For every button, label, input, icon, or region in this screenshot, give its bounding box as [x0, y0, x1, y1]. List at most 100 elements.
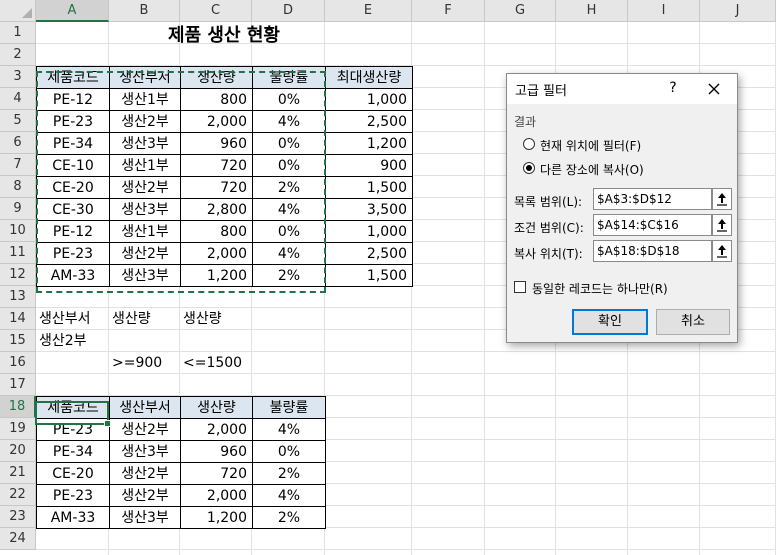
source-data-cell[interactable]: CE-30: [36, 198, 110, 221]
result-header-cell[interactable]: 불량률: [252, 396, 326, 419]
source-data-cell[interactable]: 1,200: [180, 264, 253, 287]
source-data-cell[interactable]: 720: [180, 176, 253, 199]
source-data-cell[interactable]: 1,000: [325, 88, 413, 111]
column-header-j[interactable]: J: [700, 0, 776, 22]
row-header-3[interactable]: 3: [0, 66, 36, 88]
select-all-corner[interactable]: [0, 0, 36, 22]
row-header-13[interactable]: 13: [0, 286, 36, 308]
source-data-cell[interactable]: PE-23: [36, 242, 110, 265]
list-range-input[interactable]: $A$3:$D$12: [593, 188, 712, 210]
copy-to-picker[interactable]: [712, 240, 732, 262]
row-header-11[interactable]: 11: [0, 242, 36, 264]
source-data-cell[interactable]: 1,000: [325, 220, 413, 243]
source-data-cell[interactable]: 2,000: [180, 110, 253, 133]
row-header-6[interactable]: 6: [0, 132, 36, 154]
source-data-cell[interactable]: PE-23: [36, 110, 110, 133]
copy-to-input[interactable]: $A$18:$D$18: [593, 240, 712, 262]
criteria-header-cell[interactable]: 생산부서: [36, 308, 109, 330]
source-data-cell[interactable]: 2,000: [180, 242, 253, 265]
result-data-cell[interactable]: 생산3부: [109, 440, 181, 463]
source-data-cell[interactable]: 1,500: [325, 176, 413, 199]
source-data-cell[interactable]: 800: [180, 220, 253, 243]
result-header-cell[interactable]: 생산량: [180, 396, 253, 419]
source-data-cell[interactable]: 0%: [252, 132, 326, 155]
source-data-cell[interactable]: 2%: [252, 264, 326, 287]
result-header-cell[interactable]: 생산부서: [109, 396, 181, 419]
source-data-cell[interactable]: PE-12: [36, 88, 110, 111]
row-header-7[interactable]: 7: [0, 154, 36, 176]
help-button[interactable]: ?: [663, 78, 683, 98]
source-data-cell[interactable]: 0%: [252, 154, 326, 177]
radio-copy-to-location-label[interactable]: 다른 장소에 복사(O): [540, 161, 644, 178]
ok-button[interactable]: 확인: [572, 309, 648, 335]
result-data-cell[interactable]: 4%: [252, 484, 326, 507]
radio-copy-to-location[interactable]: [523, 162, 535, 174]
dialog-titlebar[interactable]: 고급 필터 ?: [507, 74, 737, 104]
source-data-cell[interactable]: 생산1부: [109, 88, 181, 111]
source-data-cell[interactable]: CE-10: [36, 154, 110, 177]
result-data-cell[interactable]: 생산2부: [109, 484, 181, 507]
source-data-cell[interactable]: 생산1부: [109, 220, 181, 243]
criteria-value-cell[interactable]: <=1500: [180, 352, 252, 374]
source-data-cell[interactable]: 2,500: [325, 110, 413, 133]
column-header-b[interactable]: B: [109, 0, 180, 22]
source-data-cell[interactable]: 2,500: [325, 242, 413, 265]
criteria-value-cell[interactable]: 생산2부: [36, 330, 109, 352]
source-data-cell[interactable]: 4%: [252, 242, 326, 265]
cancel-button[interactable]: 취소: [656, 309, 730, 335]
row-header-1[interactable]: 1: [0, 22, 36, 44]
row-header-8[interactable]: 8: [0, 176, 36, 198]
row-header-9[interactable]: 9: [0, 198, 36, 220]
result-data-cell[interactable]: 2,000: [180, 418, 253, 441]
criteria-range-input[interactable]: $A$14:$C$16: [593, 214, 712, 236]
source-data-cell[interactable]: 0%: [252, 88, 326, 111]
result-data-cell[interactable]: PE-34: [36, 440, 110, 463]
source-data-cell[interactable]: 생산3부: [109, 132, 181, 155]
criteria-value-cell[interactable]: [180, 330, 252, 352]
source-data-cell[interactable]: 생산2부: [109, 242, 181, 265]
column-header-i[interactable]: I: [628, 0, 700, 22]
source-data-cell[interactable]: 4%: [252, 198, 326, 221]
criteria-value-cell[interactable]: >=900: [109, 352, 180, 374]
unique-records-checkbox[interactable]: [514, 281, 526, 293]
criteria-range-picker[interactable]: [712, 214, 732, 236]
criteria-value-cell[interactable]: [36, 352, 109, 374]
list-range-picker[interactable]: [712, 188, 732, 210]
source-data-cell[interactable]: 960: [180, 132, 253, 155]
row-header-16[interactable]: 16: [0, 352, 36, 374]
column-header-a[interactable]: A: [36, 0, 109, 22]
result-data-cell[interactable]: PE-23: [36, 484, 110, 507]
source-data-cell[interactable]: PE-34: [36, 132, 110, 155]
row-header-15[interactable]: 15: [0, 330, 36, 352]
source-data-cell[interactable]: 1,200: [325, 132, 413, 155]
source-header-cell[interactable]: 불량률: [252, 66, 326, 89]
source-data-cell[interactable]: 720: [180, 154, 253, 177]
result-data-cell[interactable]: 0%: [252, 440, 326, 463]
source-data-cell[interactable]: 1,500: [325, 264, 413, 287]
result-data-cell[interactable]: 720: [180, 462, 253, 485]
result-data-cell[interactable]: 2%: [252, 506, 326, 529]
column-header-g[interactable]: G: [485, 0, 556, 22]
radio-filter-in-place[interactable]: [523, 138, 535, 150]
source-data-cell[interactable]: 생산3부: [109, 264, 181, 287]
row-header-22[interactable]: 22: [0, 484, 36, 506]
source-data-cell[interactable]: 4%: [252, 110, 326, 133]
row-header-23[interactable]: 23: [0, 506, 36, 528]
row-header-2[interactable]: 2: [0, 44, 36, 66]
source-data-cell[interactable]: 900: [325, 154, 413, 177]
criteria-header-cell[interactable]: 생산량: [180, 308, 252, 330]
row-header-12[interactable]: 12: [0, 264, 36, 286]
column-header-h[interactable]: H: [556, 0, 628, 22]
source-data-cell[interactable]: 2%: [252, 176, 326, 199]
source-data-cell[interactable]: 생산2부: [109, 176, 181, 199]
source-data-cell[interactable]: PE-12: [36, 220, 110, 243]
active-cell-a18[interactable]: [35, 401, 111, 427]
source-data-cell[interactable]: 생산3부: [109, 198, 181, 221]
result-data-cell[interactable]: 960: [180, 440, 253, 463]
result-data-cell[interactable]: 1,200: [180, 506, 253, 529]
source-data-cell[interactable]: 생산1부: [109, 154, 181, 177]
row-header-19[interactable]: 19: [0, 418, 36, 440]
source-data-cell[interactable]: 2,800: [180, 198, 253, 221]
result-data-cell[interactable]: 2%: [252, 462, 326, 485]
row-header-4[interactable]: 4: [0, 88, 36, 110]
